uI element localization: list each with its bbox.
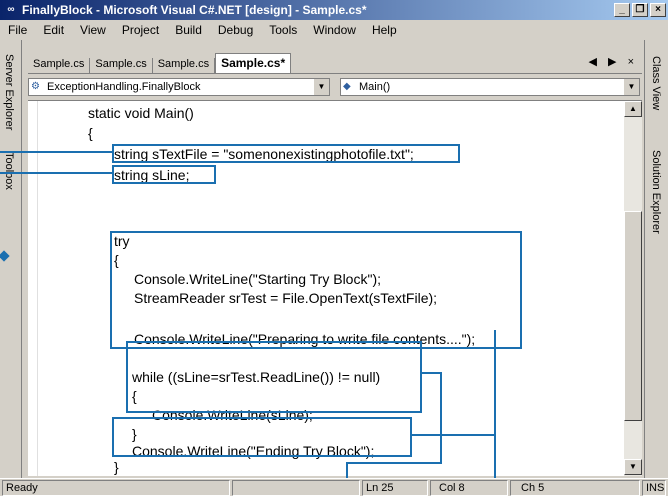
minimize-button[interactable]: _ — [614, 3, 630, 17]
menu-help[interactable]: Help — [364, 23, 405, 37]
menu-project[interactable]: Project — [114, 23, 167, 37]
chevron-down-icon[interactable]: ▼ — [313, 79, 329, 95]
editor-scrollbar[interactable]: ▲ ▼ — [624, 101, 642, 476]
status-empty-panel — [232, 480, 360, 496]
status-ins: INS — [642, 480, 666, 496]
menu-window[interactable]: Window — [305, 23, 364, 37]
highlight-try-block — [110, 231, 522, 349]
menu-debug[interactable]: Debug — [210, 23, 261, 37]
toolbox-tab[interactable]: Toolbox — [3, 152, 15, 190]
member-combo-value: Main() — [359, 81, 391, 93]
class-combo[interactable]: ⚙ ExceptionHandling.FinallyBlock ▼ — [28, 78, 330, 96]
editor-gutter — [28, 101, 38, 476]
callout-line — [412, 434, 494, 436]
menu-tools[interactable]: Tools — [261, 23, 305, 37]
menu-build[interactable]: Build — [167, 23, 210, 37]
tab-sample-cs-1[interactable]: Sample.cs — [28, 58, 91, 73]
server-explorer-tab[interactable]: Server Explorer — [3, 54, 15, 130]
close-button[interactable]: × — [650, 3, 666, 17]
scroll-down-arrow[interactable]: ▼ — [624, 459, 642, 475]
code-navigation-bar: ⚙ ExceptionHandling.FinallyBlock ▼ ◆ Mai… — [28, 78, 642, 98]
callout-line — [346, 462, 442, 464]
menu-bar: File Edit View Project Build Debug Tools… — [0, 20, 668, 40]
code-editor[interactable]: static void Main() { string sTextFile = … — [28, 100, 642, 476]
status-bar: Ready Ln 25 Col 8 Ch 5 INS — [0, 478, 668, 496]
window-title: FinallyBlock - Microsoft Visual C#.NET [… — [22, 3, 367, 17]
class-view-tab[interactable]: Class View — [650, 56, 662, 110]
callout-line — [440, 372, 442, 462]
chevron-down-icon[interactable]: ▼ — [623, 79, 639, 95]
restore-button[interactable]: ❐ — [632, 3, 648, 17]
callout-line — [494, 330, 496, 478]
menu-edit[interactable]: Edit — [35, 23, 72, 37]
solution-explorer-tab[interactable]: Solution Explorer — [650, 150, 662, 234]
tab-sample-cs-3[interactable]: Sample.cs — [153, 58, 216, 73]
highlight-while-loop — [126, 341, 422, 413]
menu-view[interactable]: View — [72, 23, 114, 37]
callout-line — [0, 172, 112, 174]
class-combo-value: ExceptionHandling.FinallyBlock — [47, 81, 201, 93]
tab-navigation-controls[interactable]: ◀ ▶ × — [589, 55, 638, 68]
menu-file[interactable]: File — [0, 23, 35, 37]
code-line: } — [114, 459, 119, 475]
status-line: Ln 25 — [362, 480, 428, 496]
status-ready: Ready — [2, 480, 230, 496]
code-line: { — [88, 125, 93, 141]
document-tab-strip: Sample.cs Sample.cs Sample.cs Sample.cs*… — [28, 52, 642, 74]
scroll-up-arrow[interactable]: ▲ — [624, 101, 642, 117]
status-column: Col 8 — [430, 480, 508, 496]
tab-sample-cs-2[interactable]: Sample.cs — [90, 58, 153, 73]
tab-sample-cs-active[interactable]: Sample.cs* — [215, 53, 292, 73]
right-dock: Class View Solution Explorer — [644, 40, 668, 478]
callout-line — [0, 151, 112, 153]
callout-line — [422, 372, 442, 374]
method-icon: ◆ — [343, 81, 351, 92]
title-bar: ∞ FinallyBlock - Microsoft Visual C#.NET… — [0, 0, 668, 20]
highlight-sline — [112, 165, 216, 184]
member-combo[interactable]: ◆ Main() ▼ — [340, 78, 640, 96]
vs-app-icon[interactable]: ∞ — [4, 3, 18, 17]
highlight-stextfile — [112, 144, 460, 163]
status-char: Ch 5 — [510, 480, 640, 496]
scroll-thumb[interactable] — [624, 211, 642, 421]
class-icon: ⚙ — [31, 81, 40, 92]
code-line: static void Main() — [88, 105, 194, 121]
highlight-ending-block — [112, 417, 412, 457]
